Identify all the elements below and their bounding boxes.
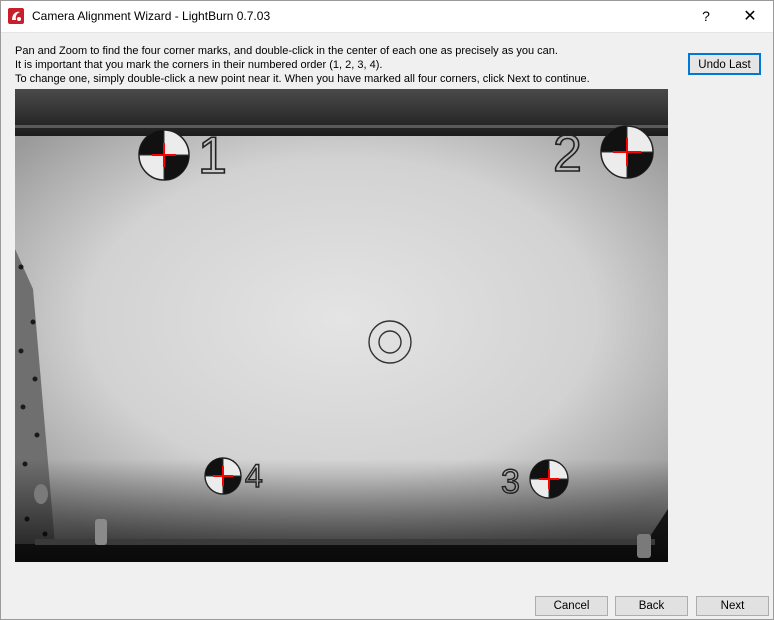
instructions-text: Pan and Zoom to find the four corner mar…	[15, 44, 675, 86]
marker-label-3: 3	[501, 463, 520, 501]
camera-image[interactable]: 1 2 3 4	[15, 89, 668, 562]
title-bar: Camera Alignment Wizard - LightBurn 0.7.…	[1, 1, 773, 33]
undo-last-button[interactable]: Undo Last	[688, 53, 761, 75]
back-button[interactable]: Back	[615, 596, 688, 616]
instruction-line-2: It is important that you mark the corner…	[15, 59, 383, 71]
instruction-line-1: Pan and Zoom to find the four corner mar…	[15, 45, 558, 57]
marker-label-2: 2	[553, 125, 582, 183]
close-button[interactable]: ✕	[735, 2, 765, 31]
window-title: Camera Alignment Wizard - LightBurn 0.7.…	[32, 9, 271, 23]
marker-label-1: 1	[198, 127, 227, 185]
next-button[interactable]: Next	[696, 596, 769, 616]
camera-view[interactable]: 1 2 3 4	[15, 89, 668, 562]
marker-label-4: 4	[245, 458, 263, 494]
cancel-button[interactable]: Cancel	[535, 596, 608, 616]
corner-marker-4[interactable]: 4	[204, 457, 263, 495]
help-button[interactable]: ?	[691, 2, 721, 31]
wizard-window: Camera Alignment Wizard - LightBurn 0.7.…	[0, 0, 774, 620]
instruction-line-3: To change one, simply double-click a new…	[15, 73, 590, 85]
lightburn-app-icon	[8, 8, 24, 24]
